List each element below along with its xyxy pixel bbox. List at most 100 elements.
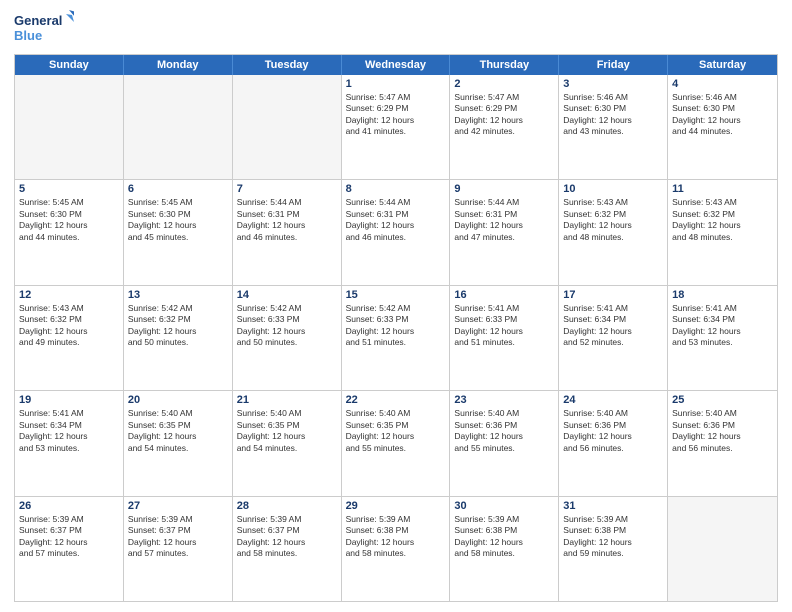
day-info: Sunrise: 5:47 AMSunset: 6:29 PMDaylight:… <box>454 92 554 138</box>
day-number: 6 <box>128 183 228 195</box>
day-number: 22 <box>346 394 446 406</box>
weekday-header-wednesday: Wednesday <box>342 55 451 75</box>
day-cell-20: 20 Sunrise: 5:40 AMSunset: 6:35 PMDayligh… <box>124 391 233 495</box>
calendar-body: 1Sunrise: 5:47 AMSunset: 6:29 PMDaylight… <box>15 75 777 601</box>
day-cell-13: 13 Sunrise: 5:42 AMSunset: 6:32 PMDayligh… <box>124 286 233 390</box>
day-cell-23: 23 Sunrise: 5:40 AMSunset: 6:36 PMDayligh… <box>450 391 559 495</box>
day-number: 26 <box>19 500 119 512</box>
day-number: 13 <box>128 289 228 301</box>
day-number: 5 <box>19 183 119 195</box>
calendar-row-2: 5 Sunrise: 5:45 AMSunset: 6:30 PMDaylight… <box>15 180 777 285</box>
day-number: 24 <box>563 394 663 406</box>
day-cell-26: 26 Sunrise: 5:39 AMSunset: 6:37 PMDayligh… <box>15 497 124 601</box>
day-number: 12 <box>19 289 119 301</box>
logo-svg: General Blue <box>14 10 74 48</box>
day-cell-25: 25 Sunrise: 5:40 AMSunset: 6:36 PMDayligh… <box>668 391 777 495</box>
day-cell-17: 17Sunrise: 5:41 AMSunset: 6:34 PMDayligh… <box>559 286 668 390</box>
day-info: Sunrise: 5:43 AMSunset: 6:32 PMDaylight:… <box>563 197 663 243</box>
day-info: Sunrise: 5:40 AMSunset: 6:35 PMDaylight:… <box>128 408 228 454</box>
calendar-row-1: 1Sunrise: 5:47 AMSunset: 6:29 PMDaylight… <box>15 75 777 180</box>
day-cell-2: 2 Sunrise: 5:47 AMSunset: 6:29 PMDaylight… <box>450 75 559 179</box>
calendar-row-4: 19Sunrise: 5:41 AMSunset: 6:34 PMDayligh… <box>15 391 777 496</box>
day-info: Sunrise: 5:39 AMSunset: 6:38 PMDaylight:… <box>346 514 446 560</box>
day-info: Sunrise: 5:40 AMSunset: 6:35 PMDaylight:… <box>237 408 337 454</box>
day-number: 10 <box>563 183 663 195</box>
calendar: SundayMondayTuesdayWednesdayThursdayFrid… <box>14 54 778 602</box>
day-info: Sunrise: 5:44 AMSunset: 6:31 PMDaylight:… <box>237 197 337 243</box>
day-cell-18: 18Sunrise: 5:41 AMSunset: 6:34 PMDayligh… <box>668 286 777 390</box>
day-cell-28: 28 Sunrise: 5:39 AMSunset: 6:37 PMDayligh… <box>233 497 342 601</box>
day-info: Sunrise: 5:39 AMSunset: 6:38 PMDaylight:… <box>454 514 554 560</box>
day-number: 28 <box>237 500 337 512</box>
weekday-header-saturday: Saturday <box>668 55 777 75</box>
day-cell-1: 1Sunrise: 5:47 AMSunset: 6:29 PMDaylight… <box>342 75 451 179</box>
day-number: 17 <box>563 289 663 301</box>
page: General Blue SundayMondayTuesdayWednesda… <box>0 0 792 612</box>
day-info: Sunrise: 5:42 AMSunset: 6:33 PMDaylight:… <box>346 303 446 349</box>
empty-cell <box>233 75 342 179</box>
day-cell-22: 22 Sunrise: 5:40 AMSunset: 6:35 PMDayligh… <box>342 391 451 495</box>
empty-cell <box>668 497 777 601</box>
day-number: 14 <box>237 289 337 301</box>
day-info: Sunrise: 5:44 AMSunset: 6:31 PMDaylight:… <box>454 197 554 243</box>
day-number: 25 <box>672 394 773 406</box>
day-number: 16 <box>454 289 554 301</box>
day-cell-5: 5 Sunrise: 5:45 AMSunset: 6:30 PMDaylight… <box>15 180 124 284</box>
day-cell-9: 9 Sunrise: 5:44 AMSunset: 6:31 PMDaylight… <box>450 180 559 284</box>
day-cell-14: 14 Sunrise: 5:42 AMSunset: 6:33 PMDayligh… <box>233 286 342 390</box>
day-info: Sunrise: 5:43 AMSunset: 6:32 PMDaylight:… <box>19 303 119 349</box>
weekday-header-sunday: Sunday <box>15 55 124 75</box>
weekday-header-tuesday: Tuesday <box>233 55 342 75</box>
day-cell-16: 16 Sunrise: 5:41 AMSunset: 6:33 PMDayligh… <box>450 286 559 390</box>
day-number: 27 <box>128 500 228 512</box>
logo: General Blue <box>14 10 74 48</box>
day-cell-11: 11 Sunrise: 5:43 AMSunset: 6:32 PMDayligh… <box>668 180 777 284</box>
day-info: Sunrise: 5:45 AMSunset: 6:30 PMDaylight:… <box>19 197 119 243</box>
day-number: 30 <box>454 500 554 512</box>
day-number: 3 <box>563 78 663 90</box>
empty-cell <box>124 75 233 179</box>
day-number: 29 <box>346 500 446 512</box>
day-info: Sunrise: 5:42 AMSunset: 6:33 PMDaylight:… <box>237 303 337 349</box>
day-number: 9 <box>454 183 554 195</box>
calendar-row-3: 12 Sunrise: 5:43 AMSunset: 6:32 PMDayligh… <box>15 286 777 391</box>
day-cell-8: 8 Sunrise: 5:44 AMSunset: 6:31 PMDaylight… <box>342 180 451 284</box>
day-info: Sunrise: 5:40 AMSunset: 6:36 PMDaylight:… <box>454 408 554 454</box>
day-cell-31: 31Sunrise: 5:39 AMSunset: 6:38 PMDayligh… <box>559 497 668 601</box>
day-info: Sunrise: 5:41 AMSunset: 6:34 PMDaylight:… <box>672 303 773 349</box>
day-cell-10: 10 Sunrise: 5:43 AMSunset: 6:32 PMDayligh… <box>559 180 668 284</box>
day-cell-24: 24 Sunrise: 5:40 AMSunset: 6:36 PMDayligh… <box>559 391 668 495</box>
day-info: Sunrise: 5:41 AMSunset: 6:33 PMDaylight:… <box>454 303 554 349</box>
day-cell-27: 27 Sunrise: 5:39 AMSunset: 6:37 PMDayligh… <box>124 497 233 601</box>
day-cell-30: 30 Sunrise: 5:39 AMSunset: 6:38 PMDayligh… <box>450 497 559 601</box>
day-cell-6: 6 Sunrise: 5:45 AMSunset: 6:30 PMDaylight… <box>124 180 233 284</box>
day-info: Sunrise: 5:46 AMSunset: 6:30 PMDaylight:… <box>672 92 773 138</box>
day-number: 23 <box>454 394 554 406</box>
day-number: 7 <box>237 183 337 195</box>
weekday-header-friday: Friday <box>559 55 668 75</box>
day-cell-12: 12 Sunrise: 5:43 AMSunset: 6:32 PMDayligh… <box>15 286 124 390</box>
empty-cell <box>15 75 124 179</box>
day-info: Sunrise: 5:44 AMSunset: 6:31 PMDaylight:… <box>346 197 446 243</box>
day-cell-7: 7 Sunrise: 5:44 AMSunset: 6:31 PMDaylight… <box>233 180 342 284</box>
day-number: 2 <box>454 78 554 90</box>
day-info: Sunrise: 5:43 AMSunset: 6:32 PMDaylight:… <box>672 197 773 243</box>
day-number: 15 <box>346 289 446 301</box>
day-info: Sunrise: 5:42 AMSunset: 6:32 PMDaylight:… <box>128 303 228 349</box>
day-number: 4 <box>672 78 773 90</box>
day-number: 11 <box>672 183 773 195</box>
day-number: 20 <box>128 394 228 406</box>
day-info: Sunrise: 5:39 AMSunset: 6:37 PMDaylight:… <box>19 514 119 560</box>
calendar-header: SundayMondayTuesdayWednesdayThursdayFrid… <box>15 55 777 75</box>
day-info: Sunrise: 5:40 AMSunset: 6:36 PMDaylight:… <box>672 408 773 454</box>
day-cell-4: 4 Sunrise: 5:46 AMSunset: 6:30 PMDaylight… <box>668 75 777 179</box>
day-info: Sunrise: 5:39 AMSunset: 6:37 PMDaylight:… <box>128 514 228 560</box>
day-info: Sunrise: 5:45 AMSunset: 6:30 PMDaylight:… <box>128 197 228 243</box>
header: General Blue <box>14 10 778 48</box>
day-info: Sunrise: 5:40 AMSunset: 6:36 PMDaylight:… <box>563 408 663 454</box>
day-info: Sunrise: 5:40 AMSunset: 6:35 PMDaylight:… <box>346 408 446 454</box>
day-number: 31 <box>563 500 663 512</box>
day-info: Sunrise: 5:46 AMSunset: 6:30 PMDaylight:… <box>563 92 663 138</box>
day-number: 8 <box>346 183 446 195</box>
day-info: Sunrise: 5:39 AMSunset: 6:37 PMDaylight:… <box>237 514 337 560</box>
